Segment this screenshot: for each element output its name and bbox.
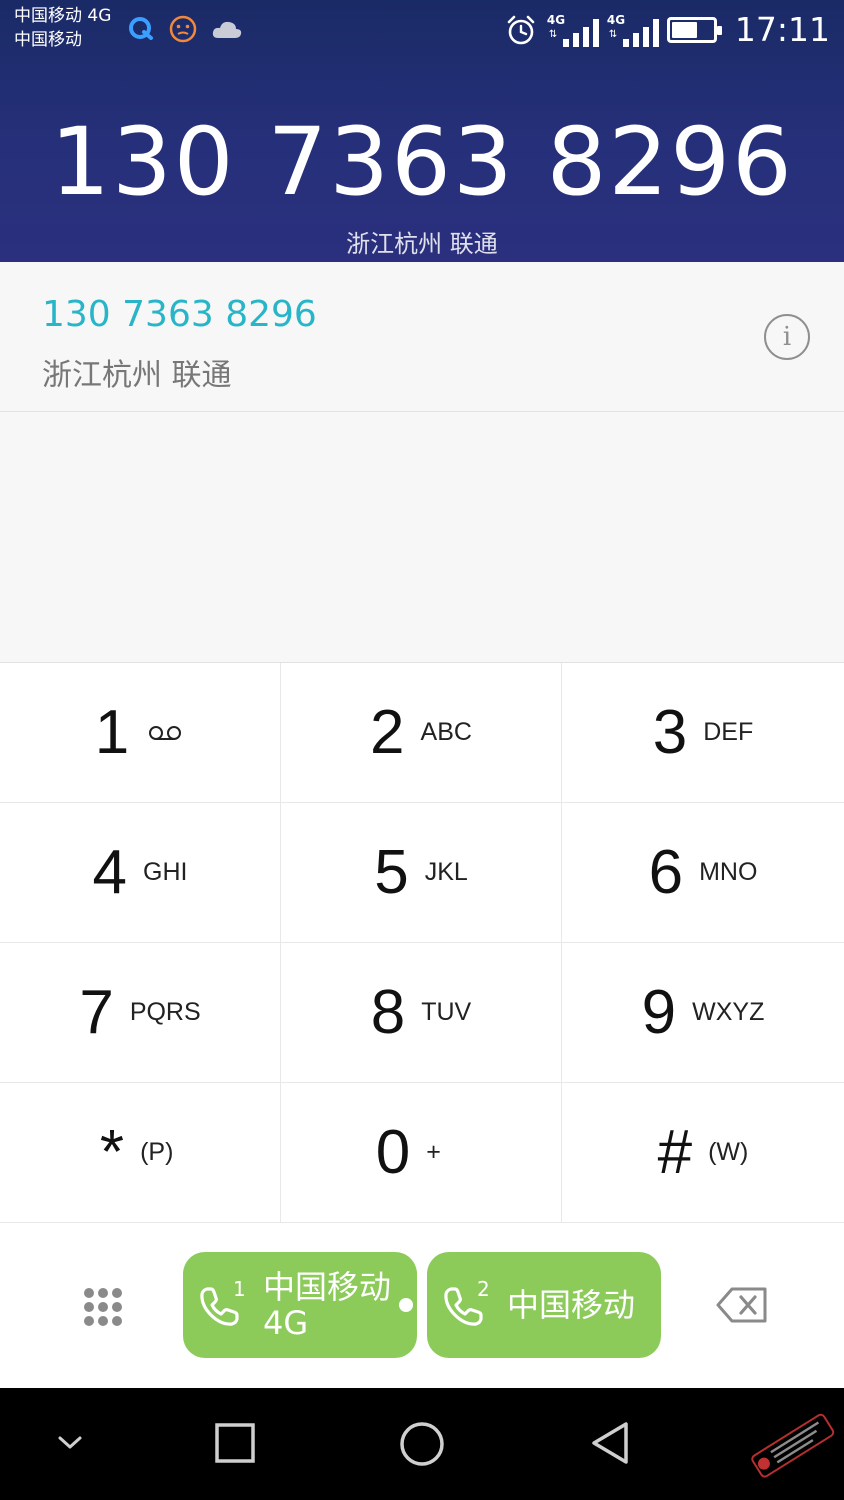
call-action-row: 1 中国移动 4G 2 中国移动 bbox=[0, 1224, 844, 1388]
default-sim-indicator bbox=[399, 1298, 413, 1312]
key-5[interactable]: 5 JKL bbox=[281, 803, 562, 943]
match-location: 浙江杭州 联通 bbox=[42, 358, 232, 393]
system-status-icons: 4G ⇅ 4G ⇅ 17:11 bbox=[505, 10, 830, 49]
call-sim2-carrier: 中国移动 bbox=[507, 1286, 636, 1324]
key-star[interactable]: * (P) bbox=[0, 1083, 281, 1223]
alarm-icon bbox=[507, 15, 535, 44]
call-sim2-button[interactable]: 2 中国移动 bbox=[427, 1252, 661, 1358]
suggestions-area bbox=[0, 412, 844, 662]
dialpad-toggle-icon[interactable] bbox=[84, 1288, 122, 1326]
browser-notification-icon bbox=[129, 17, 153, 40]
dialed-number: 130 7363 8296 bbox=[50, 108, 794, 217]
key-hash[interactable]: # (W) bbox=[562, 1083, 844, 1223]
face-notification-icon bbox=[169, 15, 197, 43]
key-1[interactable]: 1 bbox=[0, 663, 281, 803]
watermark-logo-icon bbox=[751, 1413, 835, 1478]
signal-sim2-icon: 4G ⇅ bbox=[607, 13, 659, 47]
signal-sim1-icon: 4G ⇅ bbox=[547, 13, 599, 47]
key-8[interactable]: 8 TUV bbox=[281, 943, 562, 1083]
battery-icon bbox=[666, 16, 722, 43]
dialed-number-header: 中国移动 4G 中国移动 4G ⇅ 4G ⇅ 17:11 130 7363 82… bbox=[0, 0, 844, 262]
key-6[interactable]: 6 MNO bbox=[562, 803, 844, 943]
clock: 17:11 bbox=[734, 10, 830, 49]
voicemail-icon bbox=[149, 725, 182, 740]
match-number: 130 7363 8296 bbox=[42, 294, 317, 335]
home-icon[interactable] bbox=[398, 1420, 446, 1468]
key-7[interactable]: 7 PQRS bbox=[0, 943, 281, 1083]
phone-sim1-icon: 1 bbox=[193, 1275, 253, 1335]
key-0[interactable]: 0 + bbox=[281, 1083, 562, 1223]
back-icon[interactable] bbox=[588, 1420, 632, 1466]
info-button[interactable]: i bbox=[764, 314, 810, 360]
dial-keypad: 1 2 ABC 3 DEF 4 GHI 5 JKL 6 MNO 7 PQRS 8 TUV 9W… bbox=[0, 662, 844, 1224]
number-match-row[interactable]: 130 7363 8296 浙江杭州 联通 i bbox=[0, 262, 844, 412]
key-3[interactable]: 3 DEF bbox=[562, 663, 844, 803]
call-sim1-carrier: 中国移动 bbox=[263, 1268, 392, 1306]
phone-sim2-icon: 2 bbox=[437, 1275, 497, 1335]
cloud-notification-icon bbox=[212, 21, 242, 38]
carrier-line-1: 中国移动 4G bbox=[14, 6, 112, 26]
call-sim1-network: 4G bbox=[263, 1304, 309, 1342]
key-2[interactable]: 2 ABC bbox=[281, 663, 562, 803]
notification-icons bbox=[128, 14, 242, 44]
backspace-icon[interactable] bbox=[716, 1286, 768, 1324]
system-navigation-bar bbox=[0, 1388, 844, 1500]
key-4[interactable]: 4 GHI bbox=[0, 803, 281, 943]
recent-apps-icon[interactable] bbox=[214, 1422, 256, 1464]
call-sim1-button[interactable]: 1 中国移动 4G bbox=[183, 1252, 417, 1358]
status-bar: 中国移动 4G 中国移动 4G ⇅ 4G ⇅ 17:11 bbox=[0, 0, 844, 60]
carrier-line-2: 中国移动 bbox=[14, 30, 82, 50]
dialed-number-location: 浙江杭州 联通 bbox=[346, 230, 498, 258]
chevron-down-icon[interactable] bbox=[56, 1434, 84, 1452]
carrier-info: 中国移动 4G 中国移动 bbox=[14, 4, 111, 52]
key-9[interactable]: 9 WXYZ bbox=[562, 943, 844, 1083]
